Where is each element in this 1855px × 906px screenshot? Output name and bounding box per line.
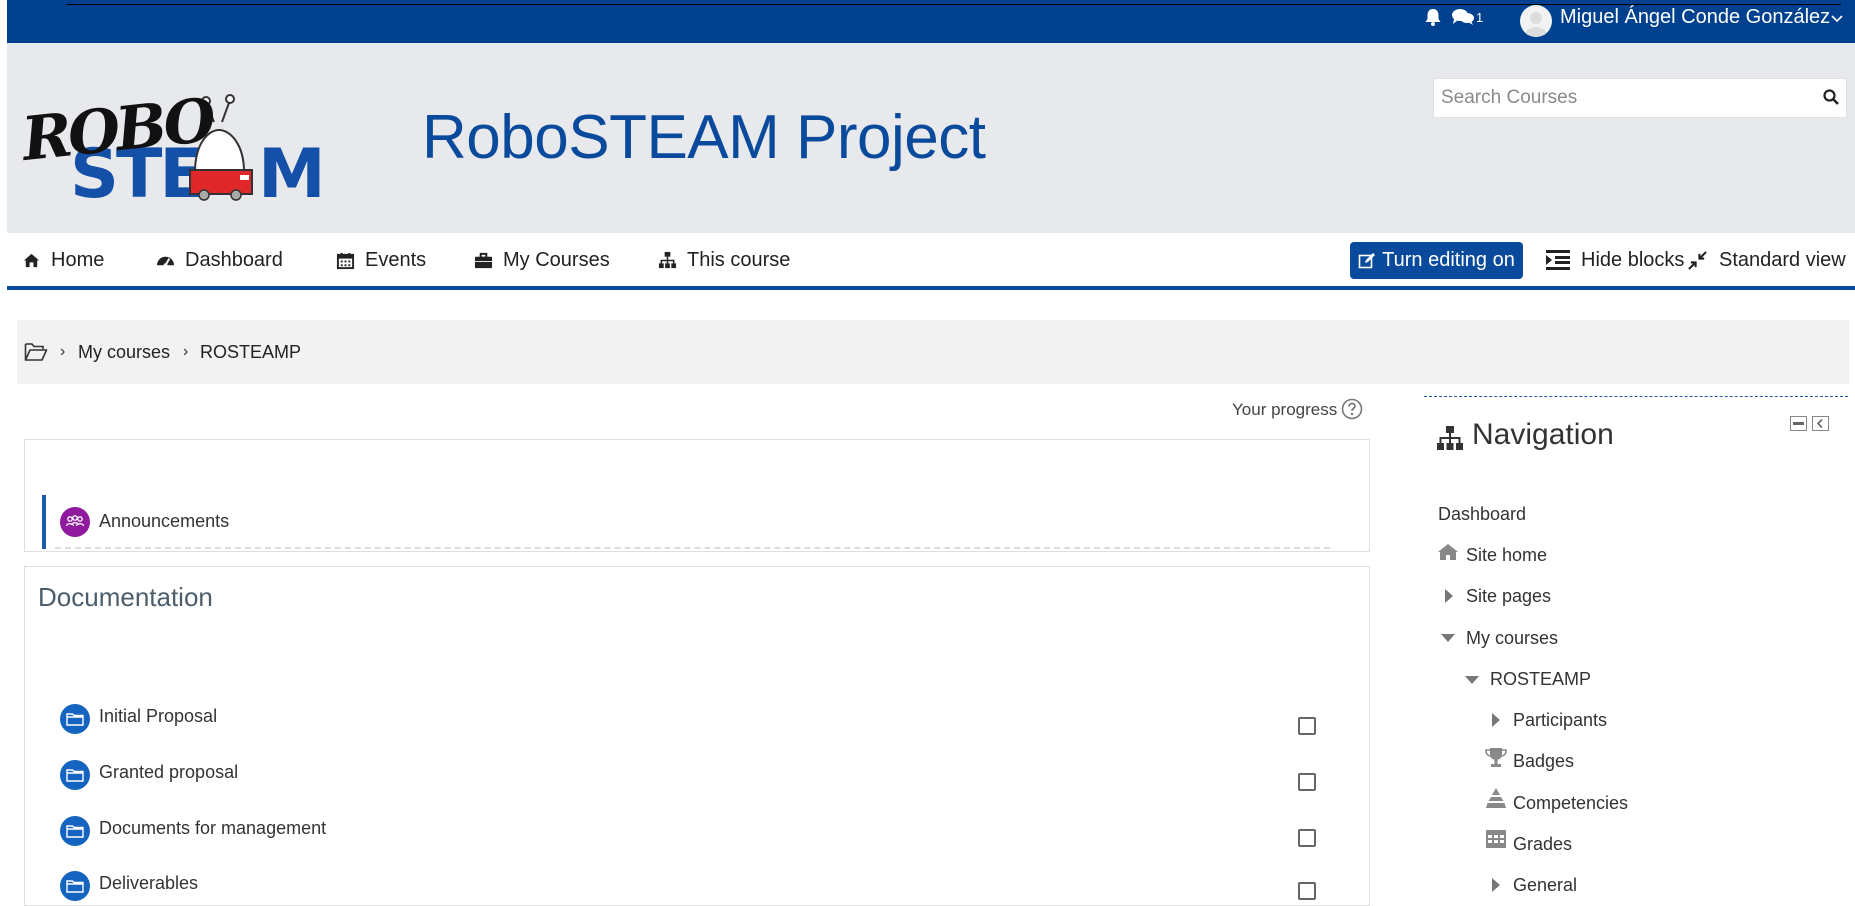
nav-block-site-pages[interactable]: Site pages bbox=[1466, 586, 1551, 607]
breadcrumb-separator: › bbox=[60, 343, 66, 360]
activity-documents-for-management[interactable]: Documents for management bbox=[99, 818, 326, 839]
nav-this-course-label: This course bbox=[687, 248, 791, 271]
nav-home-label: Home bbox=[51, 248, 105, 271]
user-menu-name[interactable]: Miguel Ángel Conde González bbox=[1560, 6, 1830, 29]
nav-dashboard-label: Dashboard bbox=[185, 248, 283, 271]
caret-down-icon[interactable] bbox=[1440, 632, 1456, 644]
caret-right-icon[interactable] bbox=[1490, 712, 1502, 728]
grades-table-icon bbox=[1486, 830, 1506, 848]
robosteam-logo[interactable]: STE M ROBO bbox=[17, 82, 326, 214]
folder-icon[interactable] bbox=[60, 816, 90, 846]
section-dashed-divider bbox=[55, 547, 1330, 549]
activity-initial-proposal[interactable]: Initial Proposal bbox=[99, 706, 217, 727]
standard-view-button[interactable]: Standard view bbox=[1688, 247, 1846, 273]
nav-events-label: Events bbox=[365, 248, 427, 271]
caret-right-icon[interactable] bbox=[1490, 877, 1502, 893]
breadcrumb-separator: › bbox=[183, 343, 189, 360]
briefcase-icon bbox=[474, 252, 493, 268]
activity-announcements[interactable]: Announcements bbox=[99, 511, 229, 532]
edit-icon bbox=[1358, 252, 1376, 268]
svg-text:M: M bbox=[258, 135, 322, 206]
turn-editing-on-button[interactable]: Turn editing on bbox=[1350, 242, 1523, 279]
forum-icon[interactable] bbox=[60, 507, 90, 537]
search-input[interactable] bbox=[1434, 79, 1811, 117]
activity-deliverables[interactable]: Deliverables bbox=[99, 873, 198, 894]
folder-open-icon[interactable] bbox=[24, 341, 48, 363]
folder-icon[interactable] bbox=[60, 871, 90, 901]
help-icon[interactable] bbox=[1341, 398, 1363, 420]
user-silhouette-icon bbox=[1525, 12, 1547, 37]
avatar[interactable] bbox=[1520, 5, 1552, 37]
caret-right-icon[interactable] bbox=[1443, 588, 1455, 604]
navigation-block-title: Navigation bbox=[1472, 418, 1614, 451]
competencies-icon bbox=[1486, 788, 1506, 808]
calendar-icon bbox=[336, 252, 355, 269]
nav-block-grades[interactable]: Grades bbox=[1513, 834, 1572, 855]
activity-granted-proposal[interactable]: Granted proposal bbox=[99, 762, 238, 783]
block-region-divider bbox=[1424, 396, 1848, 397]
chevron-down-icon[interactable] bbox=[1829, 10, 1845, 26]
caret-down-icon[interactable] bbox=[1464, 674, 1480, 686]
sitemap-icon bbox=[1437, 426, 1463, 450]
breadcrumb-my-courses[interactable]: My courses bbox=[78, 342, 170, 363]
folder-icon[interactable] bbox=[60, 760, 90, 790]
navbar-underline bbox=[7, 286, 1855, 290]
nav-block-competencies[interactable]: Competencies bbox=[1513, 793, 1628, 814]
top-bar-divider bbox=[66, 4, 1841, 5]
search-icon[interactable] bbox=[1822, 88, 1840, 106]
completion-checkbox[interactable] bbox=[1298, 773, 1316, 791]
course-section-documentation bbox=[24, 566, 1370, 906]
breadcrumb-course[interactable]: ROSTEAMP bbox=[200, 342, 301, 363]
home-icon bbox=[23, 253, 40, 267]
nav-this-course[interactable]: This course bbox=[658, 247, 790, 273]
nav-block-general[interactable]: General bbox=[1513, 875, 1577, 896]
standard-view-label: Standard view bbox=[1719, 248, 1846, 271]
folder-icon[interactable] bbox=[60, 704, 90, 734]
nav-events[interactable]: Events bbox=[336, 247, 426, 273]
hide-blocks-label: Hide blocks bbox=[1581, 248, 1685, 271]
course-section-general bbox=[24, 439, 1370, 552]
nav-home[interactable]: Home bbox=[22, 247, 104, 273]
section-title[interactable]: Documentation bbox=[38, 582, 213, 613]
nav-block-course[interactable]: ROSTEAMP bbox=[1490, 669, 1591, 690]
turn-editing-on-label: Turn editing on bbox=[1382, 249, 1515, 271]
chat-icon[interactable] bbox=[1451, 7, 1475, 27]
nav-block-dashboard[interactable]: Dashboard bbox=[1438, 504, 1526, 525]
dashboard-icon bbox=[156, 256, 175, 267]
highlight-bar bbox=[42, 495, 46, 549]
nav-my-courses-label: My Courses bbox=[503, 248, 610, 271]
message-count-badge: 1 bbox=[1476, 10, 1484, 25]
nav-dashboard[interactable]: Dashboard bbox=[156, 247, 283, 273]
compress-icon bbox=[1688, 250, 1707, 270]
dock-block-icon[interactable] bbox=[1812, 416, 1829, 431]
nav-block-site-home[interactable]: Site home bbox=[1466, 545, 1547, 566]
completion-checkbox[interactable] bbox=[1298, 717, 1316, 735]
completion-checkbox[interactable] bbox=[1298, 829, 1316, 847]
progress-label: Your progress bbox=[1232, 400, 1338, 419]
nav-my-courses[interactable]: My Courses bbox=[474, 247, 610, 273]
sitemap-icon bbox=[658, 251, 677, 268]
trophy-icon bbox=[1485, 748, 1507, 767]
hide-blocks-button[interactable]: Hide blocks bbox=[1545, 247, 1684, 273]
indent-icon bbox=[1546, 250, 1570, 270]
nav-block-my-courses[interactable]: My courses bbox=[1466, 628, 1558, 649]
home-icon bbox=[1438, 544, 1458, 560]
nav-block-participants[interactable]: Participants bbox=[1513, 710, 1607, 731]
search-box bbox=[1433, 78, 1847, 118]
bell-icon[interactable] bbox=[1423, 7, 1443, 27]
nav-block-badges[interactable]: Badges bbox=[1513, 751, 1574, 772]
minimize-block-icon[interactable] bbox=[1790, 416, 1807, 431]
site-title[interactable]: RoboSTEAM Project bbox=[422, 102, 986, 173]
